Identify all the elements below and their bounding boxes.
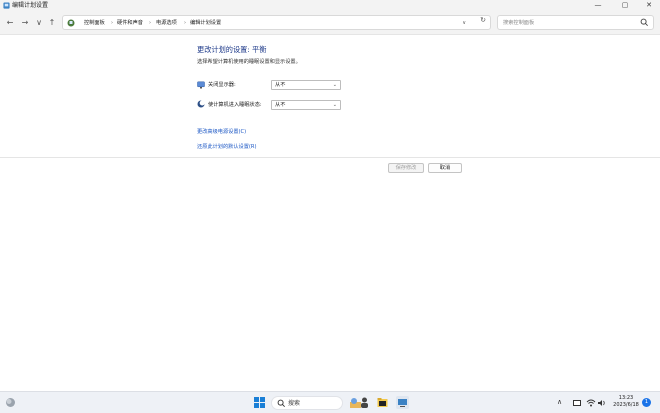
forward-arrow-icon[interactable]: → xyxy=(20,17,30,29)
search-icon[interactable] xyxy=(640,18,649,27)
sleep-select[interactable]: 从不 ⌄ xyxy=(271,100,341,110)
back-arrow-icon[interactable]: ← xyxy=(5,17,15,29)
people-icon[interactable] xyxy=(358,396,371,409)
control-panel-taskbar-icon[interactable] xyxy=(396,396,409,409)
address-bar[interactable]: 控制面板 › 硬件和声音 › 电源选项 › 编辑计划设置 ∨ xyxy=(62,15,491,30)
wifi-icon[interactable] xyxy=(586,398,596,408)
breadcrumb-edit-plan[interactable]: 编辑计划设置 xyxy=(190,17,221,29)
chevron-right-icon: › xyxy=(111,20,113,26)
up-arrow-icon[interactable]: ↑ xyxy=(47,17,57,29)
chevron-down-icon: ⌄ xyxy=(332,102,337,108)
divider xyxy=(0,157,660,158)
volume-icon[interactable] xyxy=(597,398,607,408)
page-subtitle: 选择希望计算机使用的睡眠设置和显示设置。 xyxy=(197,59,301,65)
advanced-power-settings-link[interactable]: 更改高级电源设置(C) xyxy=(197,128,246,135)
sleep-value: 从不 xyxy=(275,102,286,108)
address-dropdown-icon[interactable]: ∨ xyxy=(462,17,466,29)
search-placeholder: 搜索控制面板 xyxy=(503,20,535,26)
chevron-down-icon: ⌄ xyxy=(332,82,337,88)
clock-time: 13:23 xyxy=(618,395,634,401)
recent-locations-chevron-icon[interactable]: ∨ xyxy=(34,17,44,29)
clock-date: 2023/6/18 xyxy=(613,402,639,408)
display-off-value: 从不 xyxy=(275,82,286,88)
taskbar-search-label: 搜索 xyxy=(288,400,301,407)
control-panel-icon xyxy=(67,19,75,27)
breadcrumb-hardware-sound[interactable]: 硬件和声音 xyxy=(117,17,143,29)
cancel-button[interactable]: 取消 xyxy=(428,163,462,173)
maximize-button[interactable]: ▢ xyxy=(614,0,636,11)
clock[interactable]: 13:23 2023/6/18 xyxy=(612,395,640,409)
monitor-icon xyxy=(197,81,205,89)
save-button[interactable]: 保存修改 xyxy=(388,163,424,173)
control-panel-icon xyxy=(3,2,10,9)
weather-icon[interactable] xyxy=(4,396,17,409)
page-title: 更改计划的设置: 平衡 xyxy=(197,45,267,54)
chevron-right-icon: › xyxy=(149,20,151,26)
taskbar: 搜索 ∧ 13:23 2023/6/18 1 xyxy=(0,391,660,413)
display-off-select[interactable]: 从不 ⌄ xyxy=(271,80,341,90)
file-explorer-icon[interactable] xyxy=(376,396,389,409)
breadcrumb-power-options[interactable]: 电源选项 xyxy=(156,17,177,29)
breadcrumb-control-panel[interactable]: 控制面板 xyxy=(84,17,105,29)
close-button[interactable]: ✕ xyxy=(638,0,660,11)
taskbar-search[interactable]: 搜索 xyxy=(271,396,343,410)
tray-app-icon[interactable] xyxy=(572,398,582,408)
window-title: 编辑计划设置 xyxy=(12,2,49,9)
windows-start-icon[interactable] xyxy=(253,396,266,409)
notification-badge[interactable]: 1 xyxy=(642,398,651,407)
tray-expand-icon[interactable]: ∧ xyxy=(557,397,562,408)
restore-defaults-link[interactable]: 还原此计划的默认设置(R) xyxy=(197,143,257,150)
refresh-icon[interactable]: ↻ xyxy=(478,15,488,25)
title-bar: 编辑计划设置 — ▢ ✕ xyxy=(0,0,660,11)
moon-icon xyxy=(197,100,205,108)
search-icon xyxy=(277,399,285,407)
chevron-right-icon: › xyxy=(184,20,186,26)
search-box[interactable]: 搜索控制面板 xyxy=(497,15,654,30)
display-off-label: 关闭显示器: xyxy=(208,82,236,88)
sleep-label: 使计算机进入睡眠状态: xyxy=(208,102,262,108)
minimize-button[interactable]: — xyxy=(587,0,609,11)
